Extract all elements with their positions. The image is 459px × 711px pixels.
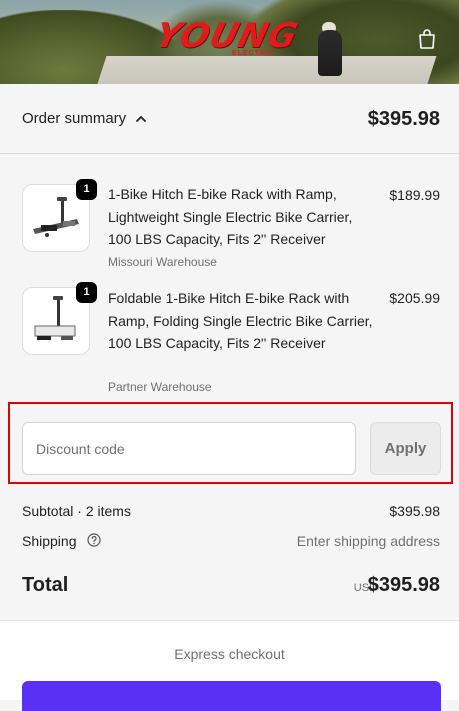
brand-logo[interactable]: YOUNG [151, 16, 302, 56]
product-warehouse: Missouri Warehouse [108, 255, 217, 269]
product-warehouse: Partner Warehouse [108, 380, 212, 394]
order-summary-toggle[interactable]: Order summary $395.98 [0, 84, 459, 154]
shipping-value: Enter shipping address [296, 533, 440, 549]
express-checkout-section: Express checkout [0, 620, 459, 711]
help-icon[interactable] [87, 533, 101, 547]
subtotal-value: $395.98 [389, 503, 440, 519]
quantity-badge: 1 [76, 282, 97, 303]
total-label: Total [22, 574, 69, 596]
chevron-up-icon [134, 112, 148, 126]
quantity-badge: 1 [76, 179, 97, 200]
shipping-label: Shipping [22, 533, 77, 549]
order-summary-total: $395.98 [367, 108, 440, 130]
banner-rider [318, 30, 342, 76]
express-checkout-title: Express checkout [174, 646, 285, 662]
discount-code-input[interactable] [22, 422, 356, 475]
product-price: $189.99 [389, 187, 440, 203]
express-checkout-button[interactable] [22, 681, 441, 711]
total-value: $395.98 [367, 574, 440, 596]
product-title: Foldable 1-Bike Hitch E-bike Rack with R… [108, 290, 373, 351]
banner-road [93, 56, 437, 84]
header-banner: YOUNG ELECTRIC [0, 0, 459, 84]
product-title: 1-Bike Hitch E-bike Rack with Ramp, Ligh… [108, 186, 353, 247]
apply-discount-button[interactable]: Apply [370, 422, 441, 475]
shopping-bag-icon[interactable] [416, 28, 438, 50]
subtotal-label: Subtotal · 2 items [22, 503, 131, 519]
product-price: $205.99 [389, 290, 440, 306]
brand-logo-subtitle: ELECTRIC [232, 50, 275, 57]
order-summary-label: Order summary [22, 110, 127, 127]
